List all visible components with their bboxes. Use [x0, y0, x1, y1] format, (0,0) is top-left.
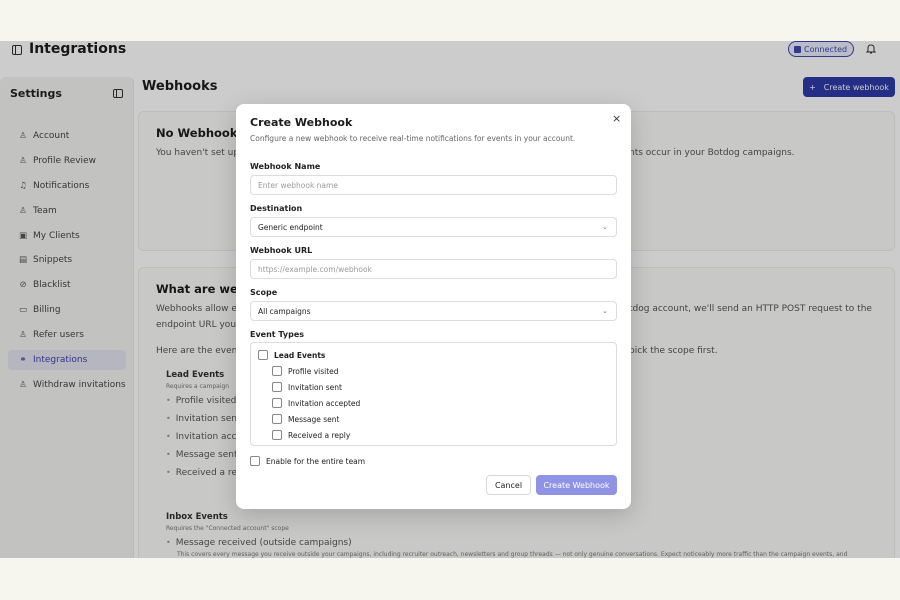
event-checkbox[interactable]: [272, 398, 282, 408]
team-checkbox[interactable]: [250, 456, 260, 466]
event-checkbox[interactable]: [272, 430, 282, 440]
event-checkbox-row[interactable]: Received a reply: [272, 430, 350, 440]
webhook-name-label: Webhook Name: [250, 162, 321, 171]
chevron-down-icon: ⌄: [602, 307, 608, 315]
dialog-title: Create Webhook: [250, 116, 353, 129]
event-checkbox-label: Invitation sent: [288, 382, 342, 392]
event-checkbox-row[interactable]: Invitation accepted: [272, 398, 360, 408]
scope-select[interactable]: All campaigns ⌄: [250, 301, 617, 321]
chevron-down-icon: ⌄: [602, 223, 608, 231]
event-checkbox-row[interactable]: Profile visited: [272, 366, 339, 376]
dialog-description: Configure a new webhook to receive real-…: [250, 134, 576, 143]
event-checkbox-label: Message sent: [288, 414, 340, 424]
create-webhook-dialog: Create Webhook Configure a new webhook t…: [236, 104, 631, 509]
lead-events-checkbox-row[interactable]: Lead Events: [258, 350, 325, 360]
event-checkbox[interactable]: [272, 382, 282, 392]
webhook-name-input[interactable]: [250, 175, 617, 195]
team-checkbox-row[interactable]: Enable for the entire team: [250, 456, 365, 466]
event-checkbox[interactable]: [272, 366, 282, 376]
event-checkbox-row[interactable]: Invitation sent: [272, 382, 342, 392]
event-types-label: Event Types: [250, 330, 305, 339]
destination-select[interactable]: Generic endpoint ⌄: [250, 217, 617, 237]
scope-value: All campaigns: [258, 306, 311, 316]
lead-events-checkbox-label: Lead Events: [274, 350, 326, 360]
event-checkbox-row[interactable]: Message sent: [272, 414, 339, 424]
webhook-url-input[interactable]: [250, 259, 617, 279]
event-checkbox-label: Profile visited: [288, 366, 339, 376]
destination-value: Generic endpoint: [258, 222, 323, 232]
scope-label: Scope: [250, 288, 278, 297]
webhook-url-label: Webhook URL: [250, 246, 313, 255]
team-checkbox-label: Enable for the entire team: [266, 456, 366, 466]
app-window: Integrations Connected Settings ♙ Account…: [0, 41, 900, 558]
event-checkbox-label: Received a reply: [288, 430, 351, 440]
destination-label: Destination: [250, 204, 303, 213]
event-checkbox-label: Invitation accepted: [288, 398, 361, 408]
lead-events-checkbox[interactable]: [258, 350, 268, 360]
close-icon[interactable]: ×: [612, 112, 621, 125]
event-checkbox[interactable]: [272, 414, 282, 424]
event-types-box: Lead Events Profile visited Invitation s…: [250, 342, 617, 446]
create-webhook-submit-button[interactable]: Create Webhook: [536, 475, 617, 495]
cancel-button[interactable]: Cancel: [486, 475, 531, 495]
